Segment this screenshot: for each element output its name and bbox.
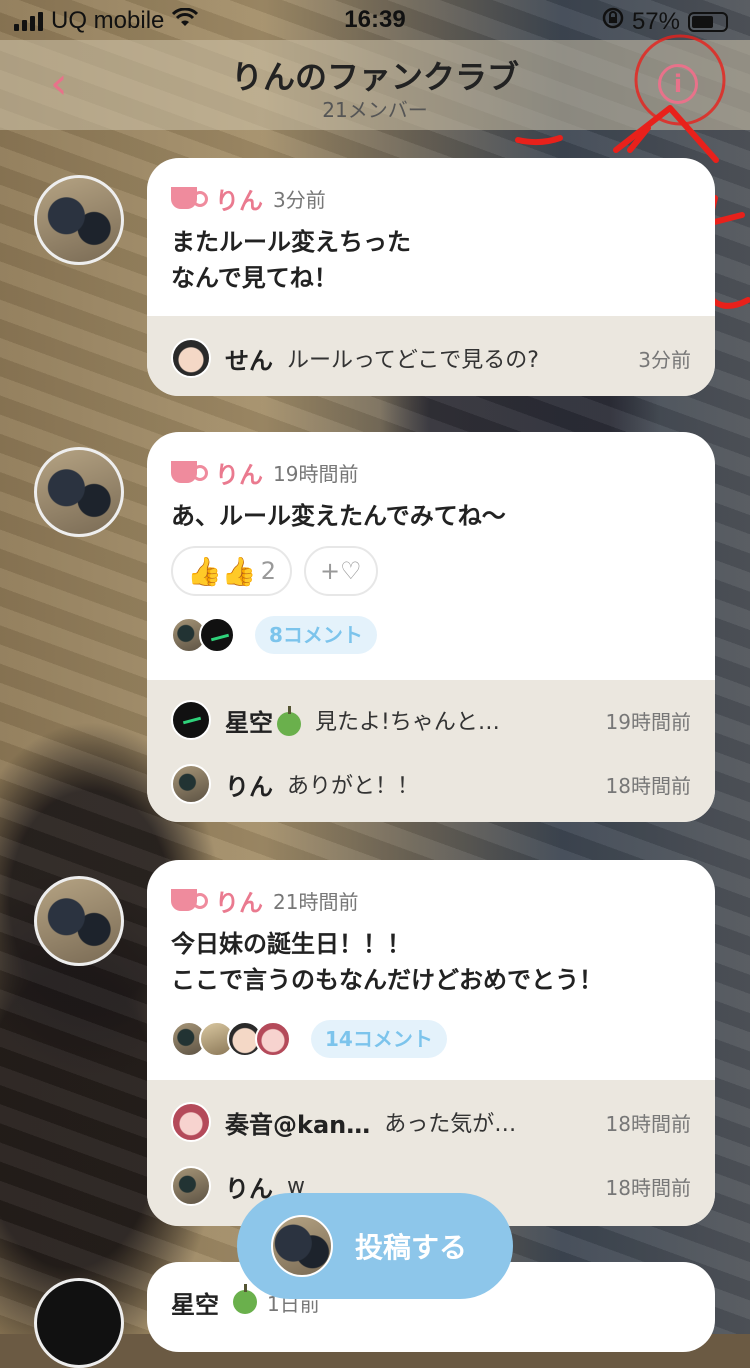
post-time: 3分前 (273, 187, 326, 212)
post-card[interactable]: りん 19時間前 あ、ルール変えたんでみてね〜 👍👍 2 +♡ 8コメント 星空… (147, 432, 715, 822)
rotation-lock-icon (602, 7, 624, 36)
reply-item[interactable]: 奏音@kan… あった気が… 18時間前 (171, 1096, 691, 1148)
commenter-avatars (171, 617, 235, 653)
post-text: あ、ルール変えたんでみてね〜 (171, 502, 506, 530)
add-reaction-button[interactable]: +♡ (304, 546, 378, 596)
post-text: 今日妹の誕生日！！！ ここで言うのもなんだけどおめでとう！ (171, 930, 603, 994)
post-author[interactable]: 星空 (171, 1285, 219, 1320)
avatar (171, 338, 211, 378)
green-apple-icon (233, 1284, 257, 1314)
reply-item[interactable]: 星空 見たよ!ちゃんと… 19時間前 (171, 694, 691, 746)
reply-list: 星空 見たよ!ちゃんと… 19時間前 りん ありがと！！ 18時間前 (147, 680, 715, 822)
post-button[interactable]: 投稿する (237, 1193, 513, 1299)
comment-count-button[interactable]: 8コメント (255, 616, 377, 654)
post-card[interactable]: りん 3分前 またルール変えちった なんで見てね！ せん ルールってどこで見るの… (147, 158, 715, 396)
avatar (271, 1215, 333, 1277)
teacup-icon (171, 187, 208, 209)
green-apple-icon (277, 705, 301, 736)
reaction-thumbs-up[interactable]: 👍👍 2 (171, 546, 293, 596)
avatar (171, 1102, 211, 1142)
reply-list: せん ルールってどこで見るの? 3分前 (147, 316, 715, 396)
avatar[interactable] (34, 175, 124, 265)
avatar (171, 700, 211, 740)
post-time: 21時間前 (273, 889, 359, 914)
reply-item[interactable]: りん ありがと！！ 18時間前 (171, 758, 691, 810)
avatar (171, 1166, 211, 1206)
commenter-avatars (171, 1021, 291, 1057)
post-text: またルール変えちった なんで見てね！ (171, 228, 411, 292)
post-card[interactable]: りん 21時間前 今日妹の誕生日！！！ ここで言うのもなんだけどおめでとう！ 1… (147, 860, 715, 1226)
comment-count-button[interactable]: 14コメント (311, 1020, 447, 1058)
post-author[interactable]: りん (215, 455, 263, 490)
avatar[interactable] (34, 1278, 124, 1368)
page-title: りんのファンクラブ (230, 58, 519, 96)
teacup-icon (171, 461, 208, 483)
teacup-icon (171, 889, 208, 911)
thumbs-up-icon: 👍👍 (187, 554, 257, 588)
battery-percent: 57% (631, 7, 680, 35)
post-time: 19時間前 (273, 461, 359, 486)
post-author[interactable]: りん (215, 883, 263, 918)
status-bar: UQ mobile 16:39 57% (0, 0, 750, 40)
battery-icon (688, 11, 728, 32)
member-count[interactable]: 21メンバー (0, 94, 750, 123)
post-author[interactable]: りん (215, 181, 263, 216)
reply-item[interactable]: せん ルールってどこで見るの? 3分前 (171, 332, 691, 384)
avatar (171, 764, 211, 804)
avatar[interactable] (34, 447, 124, 537)
avatar[interactable] (34, 876, 124, 966)
nav-header: ‹ りんのファンクラブ 21メンバー i (0, 40, 750, 130)
info-icon[interactable]: i (658, 64, 698, 104)
